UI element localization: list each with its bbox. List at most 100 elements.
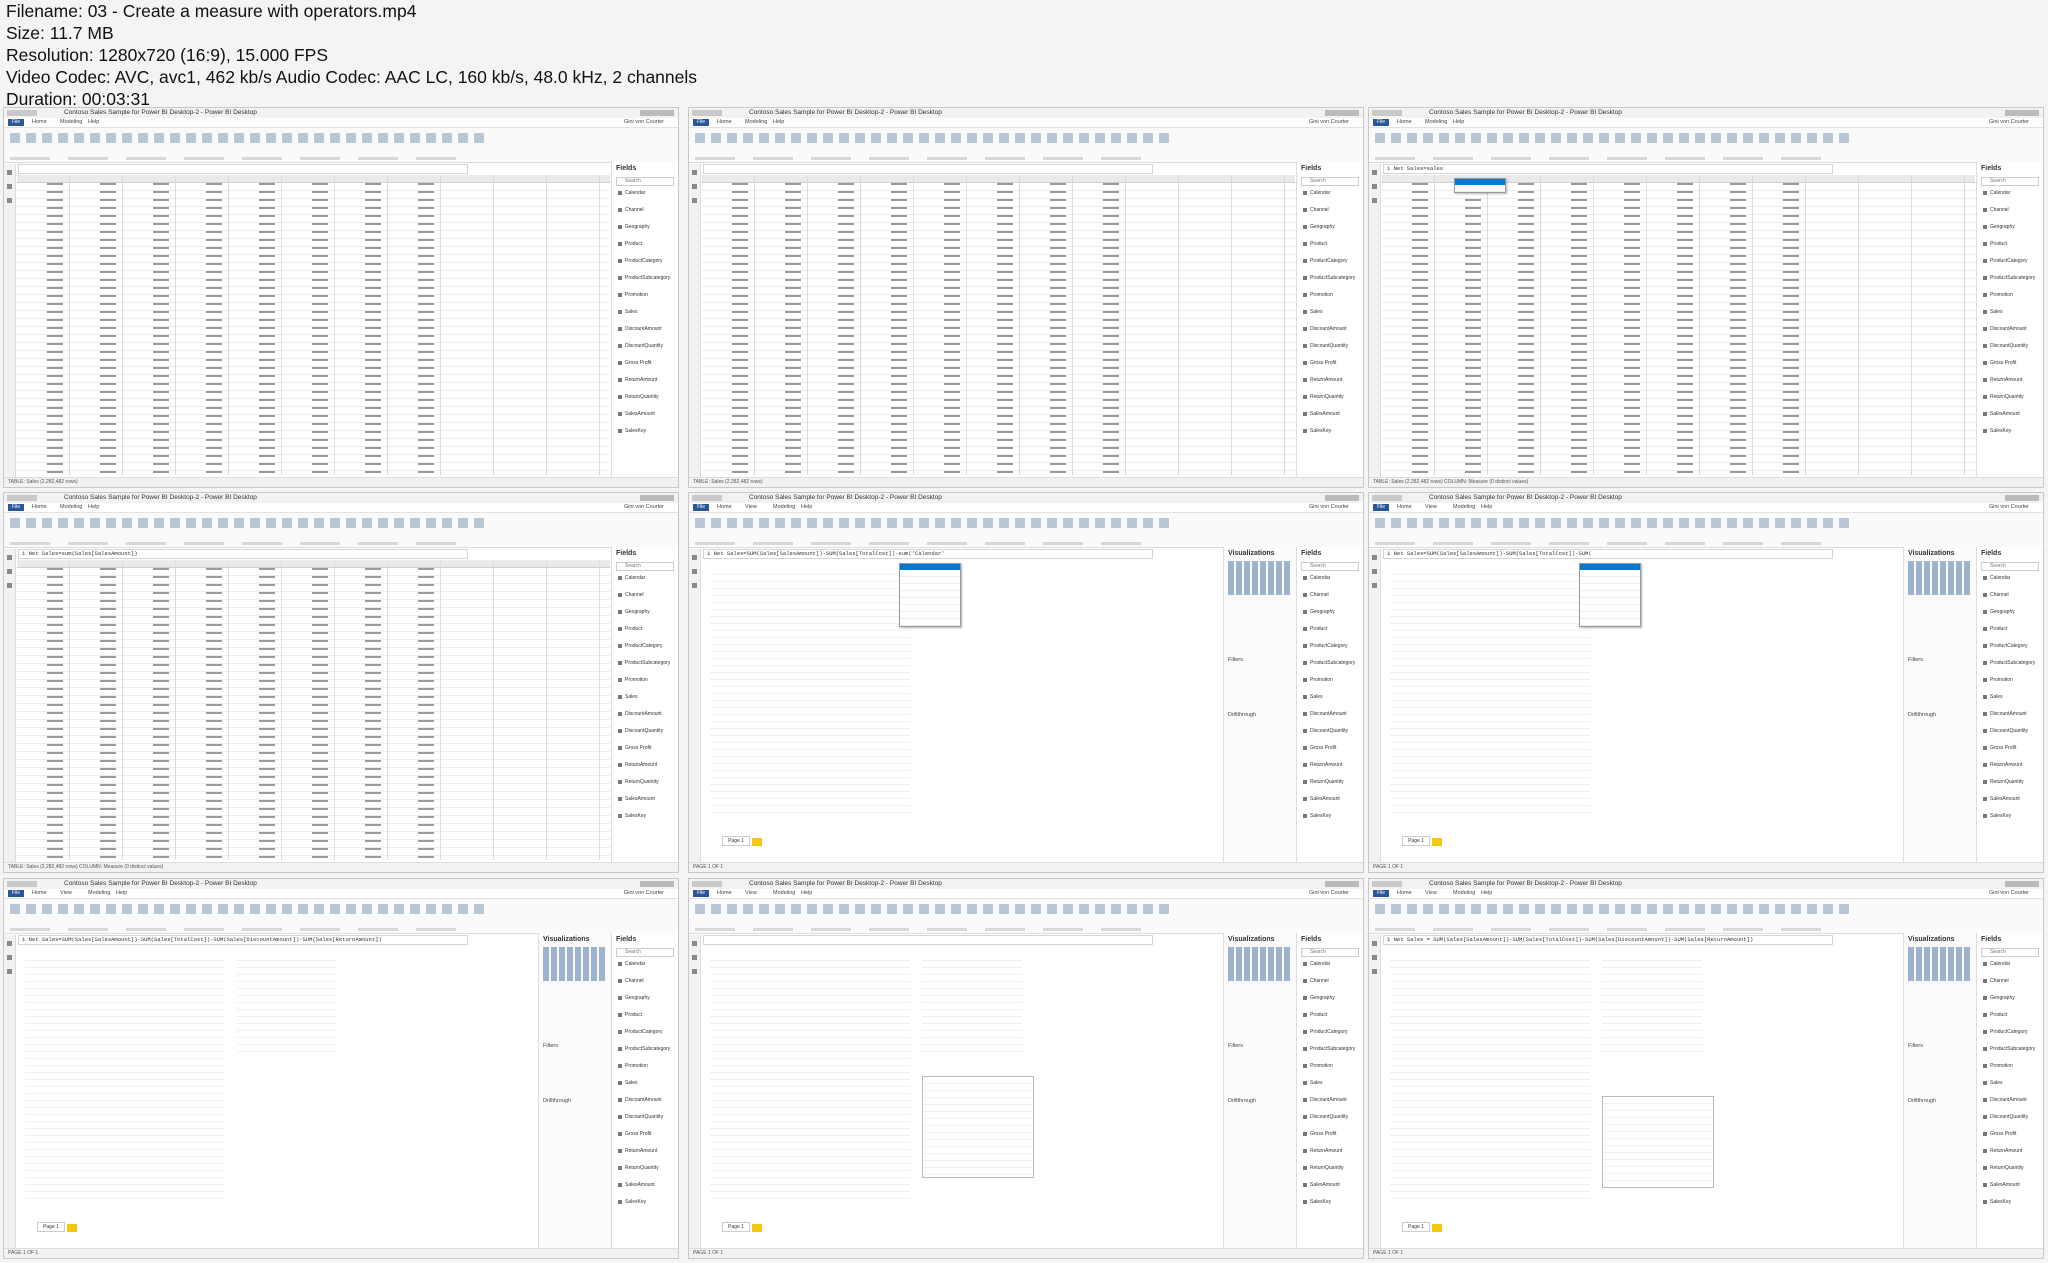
field-item[interactable]: DiscountAmount — [1983, 326, 2027, 332]
ribbon-button-icon[interactable] — [935, 518, 945, 528]
ribbon-button-icon[interactable] — [394, 518, 404, 528]
field-item[interactable]: ReturnQuantity — [1983, 394, 2024, 400]
ribbon-button-icon[interactable] — [170, 904, 180, 914]
field-item[interactable]: Promotion — [618, 292, 648, 298]
field-item[interactable]: ProductCategory — [1303, 1029, 1348, 1035]
fields-search-input[interactable]: Search — [1301, 948, 1359, 957]
ribbon-button-icon[interactable] — [1823, 904, 1833, 914]
ribbon-button-icon[interactable] — [1695, 518, 1705, 528]
ribbon-button-icon[interactable] — [1679, 518, 1689, 528]
ribbon-button-icon[interactable] — [1407, 133, 1417, 143]
ribbon-button-icon[interactable] — [839, 133, 849, 143]
suggestion-item[interactable] — [900, 570, 960, 577]
field-item[interactable]: Sales — [1983, 694, 2003, 700]
ribbon-button-icon[interactable] — [442, 133, 452, 143]
ribbon-button-icon[interactable] — [1519, 518, 1529, 528]
ribbon-button-icon[interactable] — [458, 904, 468, 914]
ribbon-button-icon[interactable] — [1455, 518, 1465, 528]
ribbon-button-icon[interactable] — [791, 133, 801, 143]
ribbon-button-icon[interactable] — [1551, 904, 1561, 914]
field-item[interactable]: DiscountAmount — [1983, 711, 2027, 717]
ribbon-button-icon[interactable] — [903, 133, 913, 143]
ribbon-button-icon[interactable] — [839, 518, 849, 528]
ribbon-button-icon[interactable] — [919, 518, 929, 528]
ribbon-button-icon[interactable] — [807, 518, 817, 528]
ribbon-button-icon[interactable] — [90, 904, 100, 914]
view-icon[interactable] — [692, 170, 697, 175]
field-item[interactable]: Promotion — [1303, 677, 1333, 683]
view-icon[interactable] — [7, 198, 12, 203]
ribbon-button-icon[interactable] — [1471, 133, 1481, 143]
page-tab[interactable]: Page 1 — [722, 1222, 750, 1232]
field-item[interactable]: SalesAmount — [1983, 1182, 2020, 1188]
field-item[interactable]: ReturnAmount — [618, 762, 657, 768]
ribbon-button-icon[interactable] — [1095, 133, 1105, 143]
ribbon-button-icon[interactable] — [999, 904, 1009, 914]
ribbon-button-icon[interactable] — [426, 518, 436, 528]
ribbon-button-icon[interactable] — [935, 133, 945, 143]
quick-access-toolbar[interactable] — [7, 495, 37, 501]
fields-search-input[interactable]: Search — [1981, 562, 2039, 571]
field-item[interactable]: DiscountQuantity — [1303, 1114, 1348, 1120]
brand-net-sales-table[interactable] — [1602, 1096, 1714, 1188]
formula-bar[interactable] — [703, 935, 1153, 945]
ribbon-button-icon[interactable] — [1727, 518, 1737, 528]
field-item[interactable]: Gross Profit — [618, 360, 651, 366]
ribbon-button-icon[interactable] — [1455, 904, 1465, 914]
formula-bar[interactable] — [18, 164, 468, 174]
ribbon-button-icon[interactable] — [1471, 518, 1481, 528]
ribbon-button-icon[interactable] — [903, 904, 913, 914]
view-icon[interactable] — [1372, 969, 1377, 974]
ribbon-button-icon[interactable] — [695, 904, 705, 914]
field-item[interactable]: SalesAmount — [1983, 796, 2020, 802]
field-item[interactable]: ReturnAmount — [1983, 1148, 2022, 1154]
view-icon[interactable] — [7, 955, 12, 960]
ribbon-button-icon[interactable] — [234, 904, 244, 914]
file-tab[interactable]: File — [8, 119, 24, 126]
ribbon-button-icon[interactable] — [1503, 518, 1513, 528]
ribbon-tab-help[interactable]: Help — [116, 889, 127, 898]
ribbon-button-icon[interactable] — [234, 518, 244, 528]
field-item[interactable]: Calendar — [1983, 575, 2010, 581]
page-tab[interactable]: Page 1 — [1402, 1222, 1430, 1232]
ribbon-button-icon[interactable] — [186, 904, 196, 914]
ribbon-button-icon[interactable] — [90, 518, 100, 528]
manufacturer-sales-table[interactable] — [1602, 954, 1702, 1054]
file-tab[interactable]: File — [1373, 119, 1389, 126]
ribbon-button-icon[interactable] — [1111, 518, 1121, 528]
ribbon-button-icon[interactable] — [1599, 518, 1609, 528]
field-item[interactable]: Gross Profit — [1303, 1131, 1336, 1137]
page-tab[interactable]: Page 1 — [722, 836, 750, 846]
field-item[interactable]: Gross Profit — [1983, 1131, 2016, 1137]
ribbon-tab-modeling[interactable]: Modeling — [1453, 889, 1475, 898]
field-item[interactable]: ReturnAmount — [1303, 377, 1342, 383]
ribbon-button-icon[interactable] — [90, 133, 100, 143]
ribbon-tab-view[interactable]: View — [1425, 889, 1437, 898]
field-item[interactable]: Channel — [1983, 207, 2009, 213]
field-item[interactable]: Product — [1303, 626, 1327, 632]
quick-access-toolbar[interactable] — [1372, 110, 1402, 116]
suggestion-item[interactable] — [900, 584, 960, 591]
ribbon-button-icon[interactable] — [234, 133, 244, 143]
ribbon-button-icon[interactable] — [807, 904, 817, 914]
ribbon-button-icon[interactable] — [42, 904, 52, 914]
ribbon-button-icon[interactable] — [759, 518, 769, 528]
view-icon[interactable] — [1372, 583, 1377, 588]
ribbon-button-icon[interactable] — [807, 133, 817, 143]
field-item[interactable]: Channel — [618, 978, 644, 984]
fields-search-input[interactable]: Search — [616, 562, 674, 571]
ribbon-button-icon[interactable] — [1063, 518, 1073, 528]
field-item[interactable]: ReturnQuantity — [618, 394, 659, 400]
ribbon-button-icon[interactable] — [394, 133, 404, 143]
field-item[interactable]: DiscountQuantity — [1983, 728, 2028, 734]
ribbon-tab-help[interactable]: Help — [1453, 118, 1464, 127]
ribbon-button-icon[interactable] — [282, 133, 292, 143]
field-item[interactable]: Sales — [1983, 1080, 2003, 1086]
ribbon-button-icon[interactable] — [1791, 518, 1801, 528]
ribbon-button-icon[interactable] — [983, 904, 993, 914]
field-item[interactable]: Sales — [1303, 694, 1323, 700]
ribbon-button-icon[interactable] — [967, 518, 977, 528]
ribbon-button-icon[interactable] — [202, 133, 212, 143]
ribbon-button-icon[interactable] — [1391, 518, 1401, 528]
ribbon-button-icon[interactable] — [1423, 904, 1433, 914]
